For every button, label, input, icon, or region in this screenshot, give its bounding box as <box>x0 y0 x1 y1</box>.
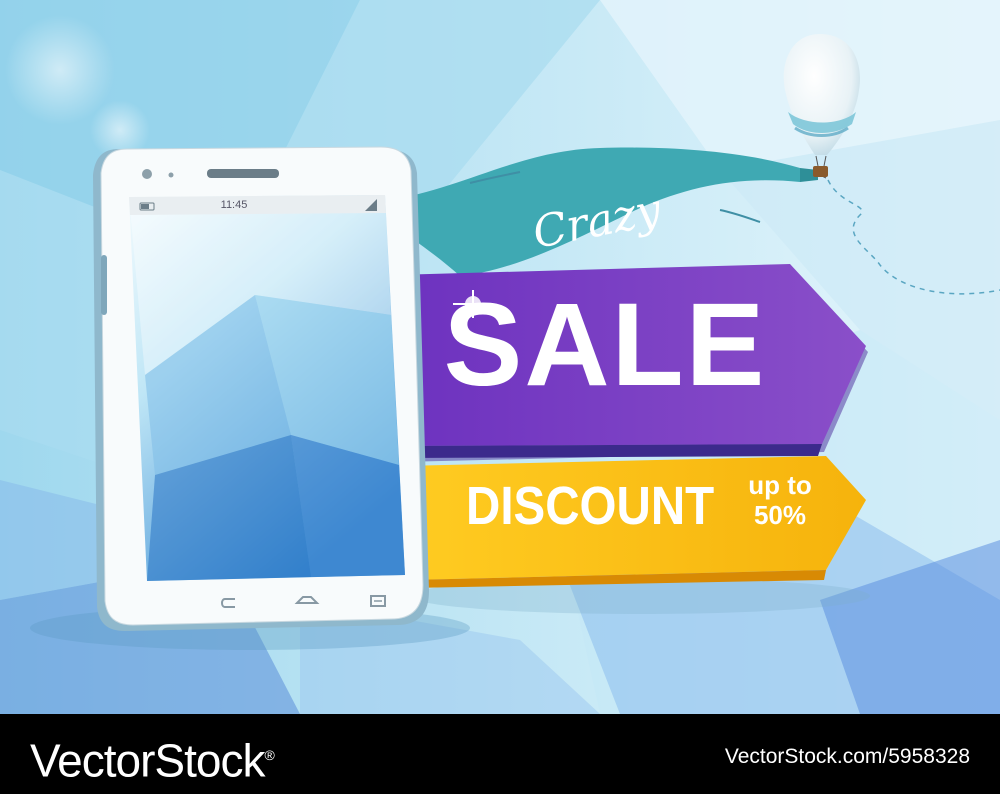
discount-line-1: up to <box>748 470 812 500</box>
image-id-text: VectorStock.com/5958328 <box>724 745 970 768</box>
status-bar-time: 11:45 <box>220 199 248 211</box>
artwork: 11:45 Crazy SALE DISCOUNT up to 50% <box>0 0 1000 714</box>
registered-mark: ® <box>264 747 274 763</box>
discount-line-2: 50% <box>753 500 807 530</box>
watermark-bar: VectorStock® VectorStock.com/5958328 <box>0 714 1000 794</box>
sale-headline: SALE <box>443 279 767 411</box>
discount-label: DISCOUNT <box>466 476 715 536</box>
logo-wordmark: VectorStock <box>30 734 265 787</box>
discount-amount: up to 50% <box>730 470 830 530</box>
sale-poster: 11:45 Crazy SALE DISCOUNT up to 50% Vect… <box>0 0 1000 794</box>
vectorstock-logo: VectorStock® <box>30 730 275 787</box>
smartphone: 11:45 <box>85 145 430 635</box>
